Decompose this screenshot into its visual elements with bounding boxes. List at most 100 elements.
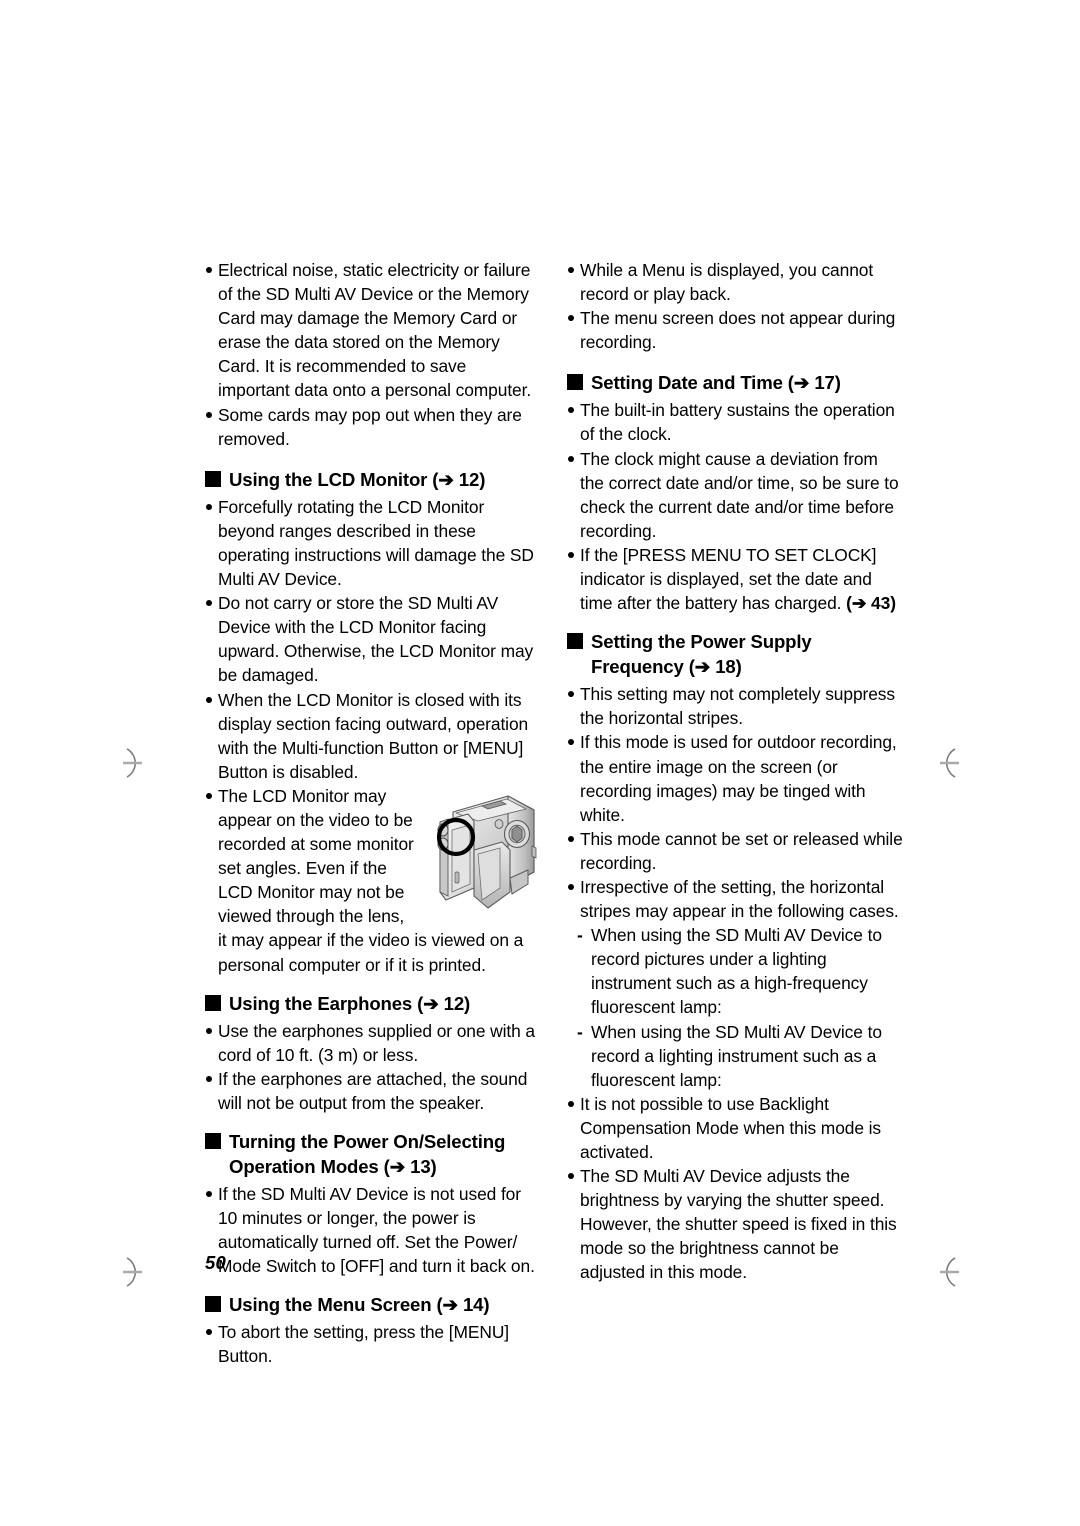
heading-page-ref: 13 bbox=[410, 1156, 431, 1177]
heading-setting-the-power-supply-frequency: Setting the Power Supply Frequency (➔ 18… bbox=[566, 629, 904, 679]
crop-mark-bottom-left bbox=[120, 1255, 154, 1289]
bullet-text: Do not carry or store the SD Multi AV De… bbox=[218, 593, 534, 686]
right-arrow-icon: ➔ bbox=[438, 468, 454, 490]
round-bullet-icon bbox=[568, 1173, 574, 1180]
round-bullet-icon bbox=[206, 696, 212, 703]
heading-text-after: ) bbox=[834, 372, 841, 394]
round-bullet-icon bbox=[568, 455, 574, 462]
bullet-text: The built-in battery sustains the operat… bbox=[580, 400, 895, 445]
bullet-item: When the LCD Monitor is closed with its … bbox=[204, 688, 542, 784]
heading-using-the-earphones: Using the Earphones (➔ 12) bbox=[204, 991, 542, 1016]
bullet-item: The menu screen does not appear during r… bbox=[566, 306, 904, 354]
round-bullet-icon bbox=[568, 407, 574, 414]
heading-page-ref: 12 bbox=[443, 992, 465, 1014]
bullet-item: Use the earphones supplied or one with a… bbox=[204, 1019, 542, 1067]
heading-text-after: ) bbox=[479, 468, 486, 490]
bullet-text: While a Menu is displayed, you cannot re… bbox=[580, 260, 874, 305]
round-bullet-icon bbox=[568, 1100, 574, 1107]
bullet-text: It is not possible to use Backlight Comp… bbox=[580, 1093, 881, 1162]
right-arrow-icon: ➔ bbox=[442, 1294, 459, 1316]
bullet-text: If the SD Multi AV Device is not used fo… bbox=[218, 1184, 535, 1277]
bullet-text: Use the earphones supplied or one with a… bbox=[218, 1020, 535, 1065]
bullet-text: When the LCD Monitor is closed with its … bbox=[218, 689, 529, 782]
heading-text-after: ) bbox=[430, 1156, 437, 1177]
heading-text-after: ) bbox=[735, 656, 742, 678]
right-column: While a Menu is displayed, you cannot re… bbox=[566, 258, 904, 1285]
round-bullet-icon bbox=[568, 739, 574, 746]
sub-bullet-text: When using the SD Multi AV Device to rec… bbox=[591, 925, 882, 1018]
bullet-item: This mode cannot be set or released whil… bbox=[566, 827, 904, 875]
round-bullet-icon bbox=[568, 551, 574, 558]
left-column: Electrical noise, static electricity or … bbox=[204, 258, 542, 1369]
bullet-item: If this mode is used for outdoor recordi… bbox=[566, 730, 904, 826]
square-bullet-icon bbox=[567, 374, 583, 391]
round-bullet-icon bbox=[206, 267, 212, 273]
round-bullet-icon bbox=[206, 1329, 212, 1336]
right-arrow-icon: ➔ bbox=[389, 1156, 406, 1177]
round-bullet-icon bbox=[568, 267, 574, 273]
bullet-item: It is not possible to use Backlight Comp… bbox=[566, 1092, 904, 1164]
bullet-item: While a Menu is displayed, you cannot re… bbox=[566, 258, 904, 306]
heading-text-after: ) bbox=[483, 1294, 490, 1316]
heading-turning-the-power-on-selecting-operation-modes: Turning the Power On/Selecting Operation… bbox=[204, 1129, 542, 1179]
sub-bullet-item: - When using the SD Multi AV Device to re… bbox=[566, 1020, 904, 1092]
bullet-text: Some cards may pop out when they are rem… bbox=[218, 404, 522, 449]
bullet-item: The clock might cause a deviation from t… bbox=[566, 447, 904, 543]
round-bullet-icon bbox=[206, 411, 212, 418]
inline-page-ref-number: 43 bbox=[871, 593, 891, 614]
bullet-item: The built-in battery sustains the operat… bbox=[566, 398, 904, 446]
crop-mark-top-left bbox=[120, 746, 154, 780]
round-bullet-icon bbox=[568, 835, 574, 842]
bullet-item: If the SD Multi AV Device is not used fo… bbox=[204, 1182, 542, 1278]
round-bullet-icon bbox=[568, 883, 574, 890]
bullet-item: Irrespective of the setting, the horizon… bbox=[566, 875, 904, 923]
square-bullet-icon bbox=[205, 994, 221, 1011]
round-bullet-icon bbox=[206, 792, 212, 799]
bullet-text: The clock might cause a deviation from t… bbox=[580, 448, 899, 541]
heading-using-the-lcd-monitor: Using the LCD Monitor (➔ 12) bbox=[204, 467, 542, 492]
square-bullet-icon bbox=[205, 1133, 221, 1149]
bullet-text: To abort the setting, press the [MENU] B… bbox=[218, 1322, 510, 1367]
sub-bullet-item: - When using the SD Multi AV Device to re… bbox=[566, 923, 904, 1019]
round-bullet-icon bbox=[568, 315, 574, 322]
heading-text: Using the Earphones ( bbox=[229, 992, 424, 1014]
heading-page-ref: 17 bbox=[814, 372, 835, 394]
bullet-item: Do not carry or store the SD Multi AV De… bbox=[204, 591, 542, 687]
right-arrow-icon: ➔ bbox=[694, 656, 711, 678]
bullet-item: This setting may not completely suppress… bbox=[566, 682, 904, 730]
manual-page: Electrical noise, static electricity or … bbox=[0, 0, 1080, 1526]
round-bullet-icon bbox=[206, 503, 212, 510]
crop-mark-top-right bbox=[928, 746, 962, 780]
right-arrow-icon: ➔ bbox=[423, 992, 439, 1014]
bullet-text: If the earphones are attached, the sound… bbox=[218, 1068, 528, 1113]
right-arrow-icon: ➔ bbox=[793, 372, 810, 394]
heading-page-ref: 18 bbox=[715, 656, 736, 678]
bullet-text: Electrical noise, static electricity or … bbox=[218, 260, 532, 401]
dash-bullet-icon: - bbox=[577, 925, 583, 946]
heading-text: Turning the Power On/Selecting Operation… bbox=[229, 1131, 506, 1177]
bullet-text: If the [PRESS MENU TO SET CLOCK] indicat… bbox=[580, 544, 877, 614]
square-bullet-icon bbox=[205, 1296, 221, 1313]
square-bullet-icon bbox=[567, 633, 583, 650]
bullet-text: This setting may not completely suppress… bbox=[580, 684, 895, 729]
page-number: 50 bbox=[205, 1252, 226, 1273]
bullet-item: The SD Multi AV Device adjusts the brigh… bbox=[566, 1164, 904, 1284]
bullet-item: Electrical noise, static electricity or … bbox=[204, 258, 542, 403]
dash-bullet-icon: - bbox=[577, 1021, 583, 1042]
bullet-item-with-figure: The LCD Monitor may appear on the video … bbox=[204, 784, 542, 977]
sd-multi-av-device-camcorder-illustration bbox=[422, 788, 542, 918]
crop-mark-bottom-right bbox=[928, 1255, 962, 1289]
heading-text: Using the LCD Monitor ( bbox=[229, 468, 439, 490]
round-bullet-icon bbox=[568, 691, 574, 698]
round-bullet-icon bbox=[206, 1075, 212, 1082]
round-bullet-icon bbox=[206, 600, 212, 607]
round-bullet-icon bbox=[206, 1027, 212, 1034]
bullet-text: This mode cannot be set or released whil… bbox=[580, 828, 903, 873]
right-arrow-icon: ➔ bbox=[851, 593, 867, 614]
inline-page-reference: (➔ 43) bbox=[846, 593, 896, 614]
heading-text: Using the Menu Screen ( bbox=[229, 1294, 443, 1316]
bullet-item: Some cards may pop out when they are rem… bbox=[204, 403, 542, 451]
round-bullet-icon bbox=[206, 1191, 212, 1197]
heading-page-ref: 14 bbox=[462, 1294, 484, 1316]
bullet-item: Forcefully rotating the LCD Monitor beyo… bbox=[204, 495, 542, 591]
